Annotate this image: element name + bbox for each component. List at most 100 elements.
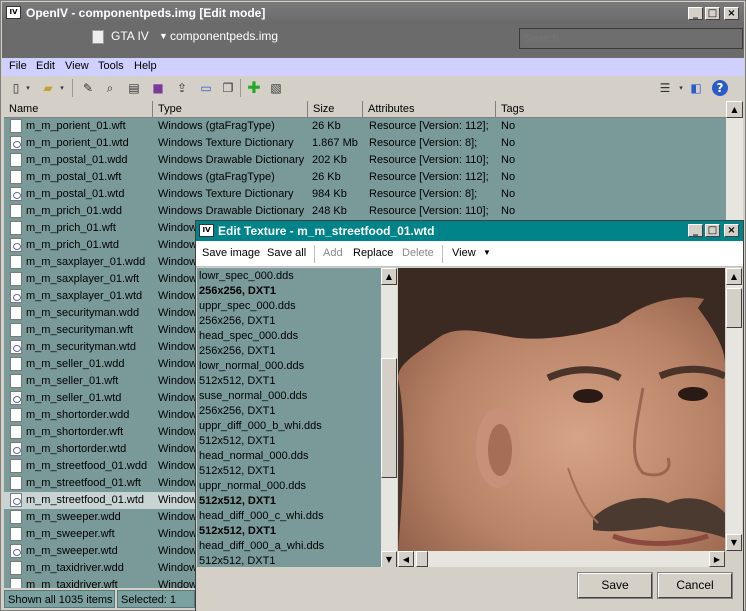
texture-name[interactable]: head_diff_000_c_whi.dds: [199, 510, 324, 522]
preview-horizontal-scrollbar[interactable]: ◀ ▶: [398, 551, 725, 567]
column-tags[interactable]: Tags: [496, 101, 726, 118]
view-menu-button[interactable]: View: [452, 247, 476, 259]
texture-list-scrollbar[interactable]: ▲ ▼: [381, 268, 397, 568]
texture-name[interactable]: uppr_normal_000.dds: [199, 480, 306, 492]
file-attributes: Resource [Version: 110];: [369, 205, 489, 217]
texture-list[interactable]: lowr_spec_000.dds 256x256, DXT1 uppr_spec_…: [197, 268, 381, 567]
texture-name[interactable]: lowr_normal_000.dds: [199, 360, 304, 372]
table-row[interactable]: m_m_postal_01.wdd Windows Drawable Dictio…: [4, 152, 726, 169]
copy-icon[interactable]: ❐: [220, 80, 236, 96]
texture-format[interactable]: 512x512, DXT1: [199, 465, 275, 477]
view-icon[interactable]: ⌕: [102, 80, 118, 96]
search-input[interactable]: [519, 28, 743, 49]
dialog-title-bar[interactable]: IV Edit Texture - m_m_streetfood_01.wtd …: [196, 221, 743, 241]
chevron-down-icon[interactable]: ▼: [159, 31, 168, 41]
scroll-thumb[interactable]: [381, 358, 397, 478]
table-row[interactable]: m_m_postal_01.wft Windows (gtaFragType) 26…: [4, 169, 726, 186]
panel-icon[interactable]: ◧: [688, 80, 704, 96]
table-row[interactable]: m_m_porient_01.wtd Windows Texture Dictio…: [4, 135, 726, 152]
document-icon[interactable]: ▤: [126, 80, 142, 96]
close-button[interactable]: ×: [724, 7, 739, 20]
replace-button[interactable]: Replace: [353, 247, 393, 259]
texture-format[interactable]: 512x512, DXT1: [199, 375, 275, 387]
scroll-thumb[interactable]: [416, 551, 428, 567]
file-icon: [10, 357, 22, 371]
scroll-up-button[interactable]: ▲: [726, 101, 743, 118]
help-icon[interactable]: ?: [712, 80, 728, 96]
column-type[interactable]: Type: [153, 101, 308, 118]
scroll-up-button[interactable]: ▲: [381, 268, 397, 285]
cancel-button[interactable]: Cancel: [657, 572, 733, 599]
view-dropdown-icon[interactable]: ▾: [673, 80, 689, 96]
texture-preview[interactable]: [398, 268, 725, 551]
file-name: m_m_securityman.wtd: [26, 341, 137, 353]
export-icon[interactable]: ⇪: [174, 80, 190, 96]
texture-name[interactable]: lowr_spec_000.dds: [199, 270, 294, 282]
texture-name[interactable]: head_spec_000.dds: [199, 330, 298, 342]
delete-button[interactable]: Delete: [402, 247, 434, 259]
table-row[interactable]: m_m_prich_01.wdd Windows Drawable Diction…: [4, 203, 726, 220]
texture-format[interactable]: 256x256, DXT1: [199, 315, 275, 327]
rebuild-icon[interactable]: ▭: [198, 80, 214, 96]
maximize-button[interactable]: □: [705, 7, 720, 20]
list-view-icon[interactable]: ☰: [657, 80, 673, 96]
minimize-button[interactable]: _: [688, 7, 703, 20]
properties-icon[interactable]: ▧: [268, 80, 284, 96]
texture-name[interactable]: uppr_spec_000.dds: [199, 300, 296, 312]
column-name[interactable]: Name: [4, 101, 153, 118]
menu-tools[interactable]: Tools: [98, 60, 124, 72]
save-icon[interactable]: ■: [150, 80, 166, 96]
title-bar[interactable]: IV OpenIV - componentpeds.img [Edit mode…: [2, 2, 744, 24]
scroll-up-button[interactable]: ▲: [726, 268, 742, 285]
dialog-minimize-button[interactable]: _: [688, 224, 703, 237]
menu-edit[interactable]: Edit: [36, 60, 55, 72]
texture-format[interactable]: 512x512, DXT1: [199, 495, 276, 507]
texture-name[interactable]: head_normal_000.dds: [199, 450, 308, 462]
close-icon: ×: [727, 225, 736, 236]
add-button[interactable]: Add: [323, 247, 343, 259]
texture-file-icon: [10, 238, 22, 252]
dialog-maximize-button[interactable]: □: [705, 224, 720, 237]
column-attributes[interactable]: Attributes: [363, 101, 496, 118]
file-type: Window: [158, 426, 198, 438]
scroll-right-button[interactable]: ▶: [709, 551, 725, 567]
menu-file[interactable]: File: [9, 60, 27, 72]
breadcrumb-game[interactable]: GTA IV: [111, 29, 149, 43]
texture-format[interactable]: 512x512, DXT1: [199, 435, 275, 447]
save-all-button[interactable]: Save all: [267, 247, 306, 259]
table-row[interactable]: m_m_porient_01.wft Windows (gtaFragType) 2…: [4, 118, 726, 135]
texture-format[interactable]: 512x512, DXT1: [199, 525, 276, 537]
texture-format[interactable]: 256x256, DXT1: [199, 405, 275, 417]
menu-help[interactable]: Help: [134, 60, 157, 72]
texture-format[interactable]: 256x256, DXT1: [199, 345, 275, 357]
edit-icon[interactable]: ✎: [80, 80, 96, 96]
file-icon: [10, 425, 22, 439]
new-dropdown-icon[interactable]: ▾: [20, 80, 36, 96]
file-name: m_m_sweeper.wft: [26, 528, 115, 540]
add-icon[interactable]: ✚: [246, 80, 262, 96]
breadcrumb-file[interactable]: componentpeds.img: [170, 29, 278, 43]
file-name: m_m_postal_01.wdd: [26, 154, 128, 166]
menu-view[interactable]: View: [65, 60, 89, 72]
file-icon: [10, 459, 22, 473]
preview-vertical-scrollbar[interactable]: ▲ ▼: [726, 268, 742, 551]
column-size[interactable]: Size: [308, 101, 363, 118]
toolbar-separator: [240, 79, 241, 97]
save-button[interactable]: Save: [577, 572, 653, 599]
scroll-left-button[interactable]: ◀: [398, 551, 414, 567]
open-dropdown-icon[interactable]: ▾: [54, 80, 70, 96]
texture-name[interactable]: uppr_diff_000_b_whi.dds: [199, 420, 322, 432]
dialog-close-button[interactable]: ×: [724, 224, 739, 237]
scroll-down-button[interactable]: ▼: [381, 551, 397, 568]
scroll-thumb[interactable]: [726, 288, 742, 328]
scroll-down-button[interactable]: ▼: [726, 534, 742, 551]
texture-name[interactable]: head_diff_000_a_whi.dds: [199, 540, 324, 552]
file-type: Windows Texture Dictionary: [158, 137, 294, 149]
save-image-button[interactable]: Save image: [202, 247, 260, 259]
chevron-down-icon[interactable]: ▼: [483, 248, 491, 257]
texture-format[interactable]: 256x256, DXT1: [199, 285, 276, 297]
table-row[interactable]: m_m_postal_01.wtd Windows Texture Diction…: [4, 186, 726, 203]
texture-name[interactable]: suse_normal_000.dds: [199, 390, 307, 402]
texture-format[interactable]: 512x512, DXT1: [199, 555, 275, 567]
file-name: m_m_seller_01.wdd: [26, 358, 125, 370]
